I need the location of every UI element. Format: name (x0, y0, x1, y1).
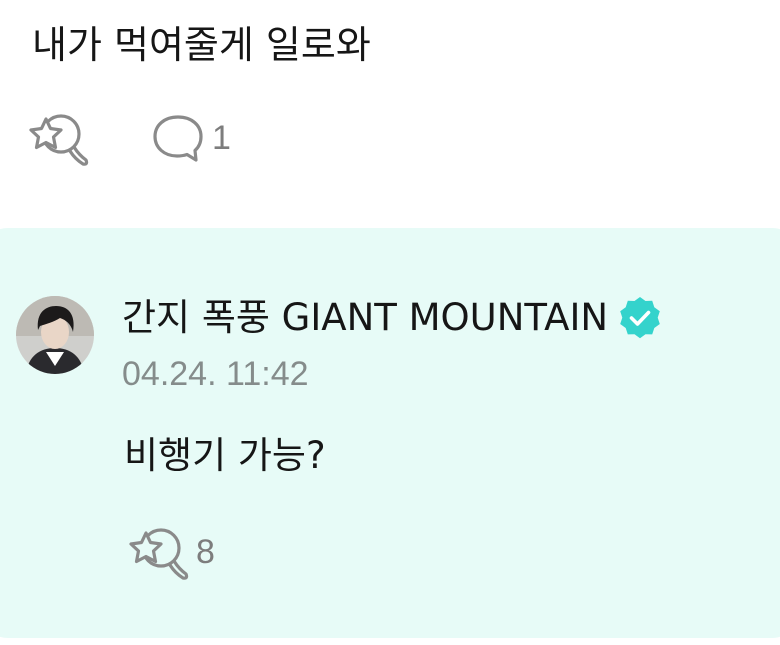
reply-author[interactable]: 간지 폭풍 GIANT MOUNTAIN (122, 293, 662, 343)
reply-text: 비행기 가능? (124, 434, 326, 477)
profile-photo (16, 296, 94, 374)
verified-badge-icon (618, 296, 662, 340)
reply-card (0, 228, 780, 638)
post-like-button[interactable] (28, 109, 90, 167)
reply-timestamp: 04.24. 11:42 (122, 355, 309, 393)
star-badge-icon (29, 114, 89, 166)
comment-thread: 내가 먹여줄게 일로와 1 간지 폭풍 GIANT MOUNTAIN 04.24… (0, 0, 780, 645)
star-badge-icon (129, 528, 189, 580)
avatar[interactable] (16, 296, 94, 374)
post-comment-button[interactable]: 1 (150, 110, 231, 166)
like-count: 8 (196, 532, 215, 571)
author-name: 간지 폭풍 GIANT MOUNTAIN (122, 296, 609, 339)
comment-count: 1 (212, 118, 231, 157)
reply-like-button[interactable]: 8 (128, 523, 215, 581)
post-text: 내가 먹여줄게 일로와 (32, 23, 371, 67)
speech-bubble-icon (153, 115, 203, 162)
reply-actions: 8 (128, 524, 215, 580)
post-actions: 1 (28, 108, 231, 168)
